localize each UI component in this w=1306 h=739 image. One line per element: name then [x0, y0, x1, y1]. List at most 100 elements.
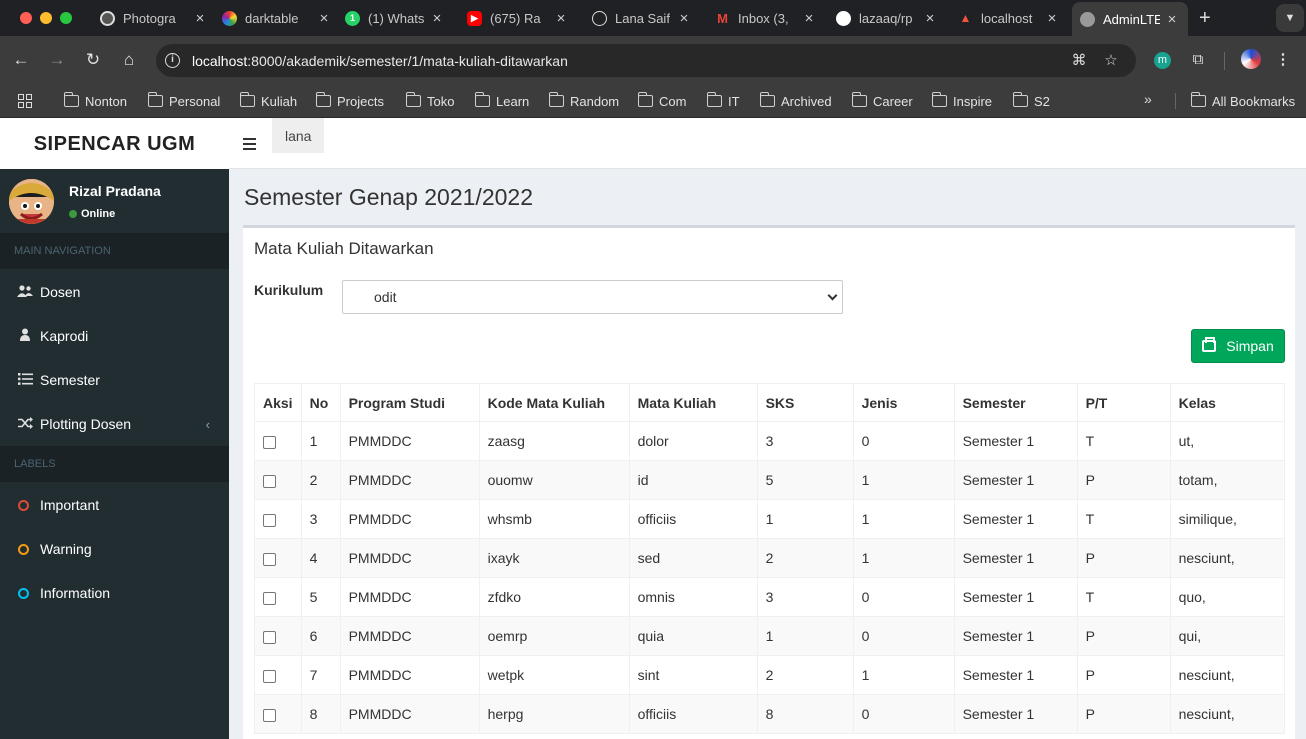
close-tab-icon[interactable]: ×: [192, 10, 208, 27]
bookmark-folder[interactable]: Learn: [474, 91, 529, 111]
close-tab-icon[interactable]: ×: [676, 10, 692, 27]
bookmark-folder[interactable]: Toko: [405, 91, 454, 111]
sidebar-item-warning[interactable]: Warning: [0, 527, 229, 571]
youtube-icon: ▶: [467, 10, 482, 26]
extension-m-icon[interactable]: m: [1154, 52, 1171, 69]
minimize-window-button[interactable]: [40, 12, 52, 24]
column-header[interactable]: Semester: [953, 383, 1078, 422]
close-tab-icon[interactable]: ×: [553, 10, 569, 27]
bookmark-folder[interactable]: Archived: [759, 91, 832, 111]
column-header[interactable]: Mata Kuliah: [628, 383, 758, 422]
apps-grid-icon[interactable]: [18, 94, 32, 108]
close-window-button[interactable]: [20, 12, 32, 24]
browser-tab[interactable]: ▶ (675) Ra ×: [467, 4, 569, 32]
profile-avatar-icon[interactable]: [1241, 49, 1261, 69]
row-checkbox[interactable]: [263, 435, 276, 449]
close-tab-icon[interactable]: ×: [801, 10, 817, 27]
table-cell: PMMDDC: [339, 577, 480, 617]
row-checkbox[interactable]: [263, 591, 276, 605]
new-tab-icon[interactable]: +: [1199, 6, 1211, 30]
zoom-window-button[interactable]: [60, 12, 72, 24]
close-tab-icon[interactable]: ×: [1164, 11, 1180, 28]
home-icon[interactable]: ⌂: [118, 49, 140, 71]
bookmark-folder[interactable]: Com: [637, 91, 686, 111]
column-header[interactable]: Aksi: [254, 383, 302, 422]
close-tab-icon[interactable]: ×: [316, 10, 332, 27]
address-bar[interactable]: i localhost:8000/akademik/semester/1/mat…: [156, 44, 1136, 77]
row-checkbox[interactable]: [263, 630, 276, 644]
list-icon: [16, 372, 34, 388]
url-text[interactable]: localhost:8000/akademik/semester/1/mata-…: [192, 53, 568, 69]
table-cell: Semester 1: [953, 655, 1078, 695]
bookmark-folder[interactable]: Career: [851, 91, 913, 111]
bookmark-folder[interactable]: IT: [706, 91, 740, 111]
back-icon[interactable]: ←: [10, 49, 32, 71]
column-header[interactable]: Program Studi: [339, 383, 480, 422]
sidebar-toggle-icon[interactable]: [243, 138, 256, 153]
sidebar-item-information[interactable]: Information: [0, 571, 229, 615]
column-header[interactable]: Kode Mata Kuliah: [478, 383, 630, 422]
column-header[interactable]: Kelas: [1169, 383, 1286, 422]
kurikulum-select[interactable]: odit: [342, 280, 843, 314]
browser-tab[interactable]: ▲ localhost ×: [958, 4, 1060, 32]
app-logo[interactable]: SIPENCAR UGM: [0, 118, 229, 169]
bookmark-folder[interactable]: Inspire: [931, 91, 992, 111]
user-menu[interactable]: lana: [272, 118, 325, 153]
close-tab-icon[interactable]: ×: [922, 10, 938, 27]
sidebar-item-kaprodi[interactable]: Kaprodi: [0, 314, 229, 358]
column-header[interactable]: Jenis: [852, 383, 955, 422]
table-cell: 6: [300, 616, 341, 656]
close-tab-icon[interactable]: ×: [429, 10, 445, 27]
all-bookmarks-button[interactable]: All Bookmarks: [1190, 91, 1295, 111]
chrome-menu-icon[interactable]: ⋮: [1272, 49, 1294, 71]
sidebar-item-important[interactable]: Important: [0, 483, 229, 527]
browser-tab[interactable]: lazaaq/rp ×: [836, 4, 938, 32]
browser-tab[interactable]: 1 (1) Whats ×: [345, 4, 445, 32]
save-button[interactable]: Simpan: [1191, 329, 1285, 363]
sidebar-item-plotting-dosen[interactable]: Plotting Dosen ‹: [0, 402, 229, 446]
browser-tab[interactable]: M Inbox (3, ×: [715, 4, 817, 32]
browser-tab[interactable]: Photogra ×: [100, 4, 208, 32]
browser-tab[interactable]: Lana Saif ×: [592, 4, 692, 32]
column-header[interactable]: No: [300, 383, 341, 422]
bookmark-star-icon[interactable]: ☆: [1102, 52, 1120, 70]
close-tab-icon[interactable]: ×: [1044, 10, 1060, 27]
table-cell: 5: [300, 577, 341, 617]
row-checkbox[interactable]: [263, 513, 276, 527]
table-cell: Semester 1: [953, 460, 1078, 500]
tab-title: lazaaq/rp: [859, 10, 913, 26]
forward-icon[interactable]: →: [46, 49, 68, 71]
tab-search-icon[interactable]: ▼: [1276, 4, 1304, 32]
more-bookmarks-icon[interactable]: »: [1144, 91, 1152, 107]
printer-icon: [1202, 337, 1217, 352]
table-cell: 7: [300, 655, 341, 695]
extensions-puzzle-icon[interactable]: ⧉: [1187, 49, 1209, 71]
bookmark-folder[interactable]: Personal: [147, 91, 220, 111]
row-checkbox[interactable]: [263, 474, 276, 488]
site-info-icon[interactable]: i: [165, 53, 180, 68]
column-header[interactable]: SKS: [756, 383, 854, 422]
table-cell: P: [1076, 616, 1171, 656]
row-checkbox[interactable]: [263, 552, 276, 566]
folder-icon: [637, 92, 653, 107]
sidebar-item-semester[interactable]: Semester: [0, 358, 229, 402]
select-cell: [254, 421, 302, 461]
bookmark-folder[interactable]: Projects: [315, 91, 384, 111]
bookmark-folder[interactable]: S2: [1012, 91, 1050, 111]
row-checkbox[interactable]: [263, 669, 276, 683]
column-header[interactable]: P/T: [1076, 383, 1171, 422]
row-checkbox[interactable]: [263, 708, 276, 722]
browser-tab-active[interactable]: AdminLTE ×: [1072, 2, 1188, 36]
reload-icon[interactable]: ↻: [82, 49, 104, 71]
translate-icon[interactable]: ⌘: [1070, 52, 1088, 70]
folder-icon: [759, 92, 775, 107]
tab-title: localhost: [981, 10, 1033, 26]
sidebar-item-label: Semester: [40, 372, 100, 388]
bookmark-folder[interactable]: Kuliah: [239, 91, 297, 111]
sidebar-item-dosen[interactable]: Dosen: [0, 270, 229, 314]
table-cell: Semester 1: [953, 616, 1078, 656]
bookmark-folder[interactable]: Random: [548, 91, 619, 111]
bookmark-folder[interactable]: Nonton: [63, 91, 127, 111]
browser-tab[interactable]: darktable ×: [222, 4, 332, 32]
box-title: Mata Kuliah Ditawarkan: [254, 239, 434, 258]
